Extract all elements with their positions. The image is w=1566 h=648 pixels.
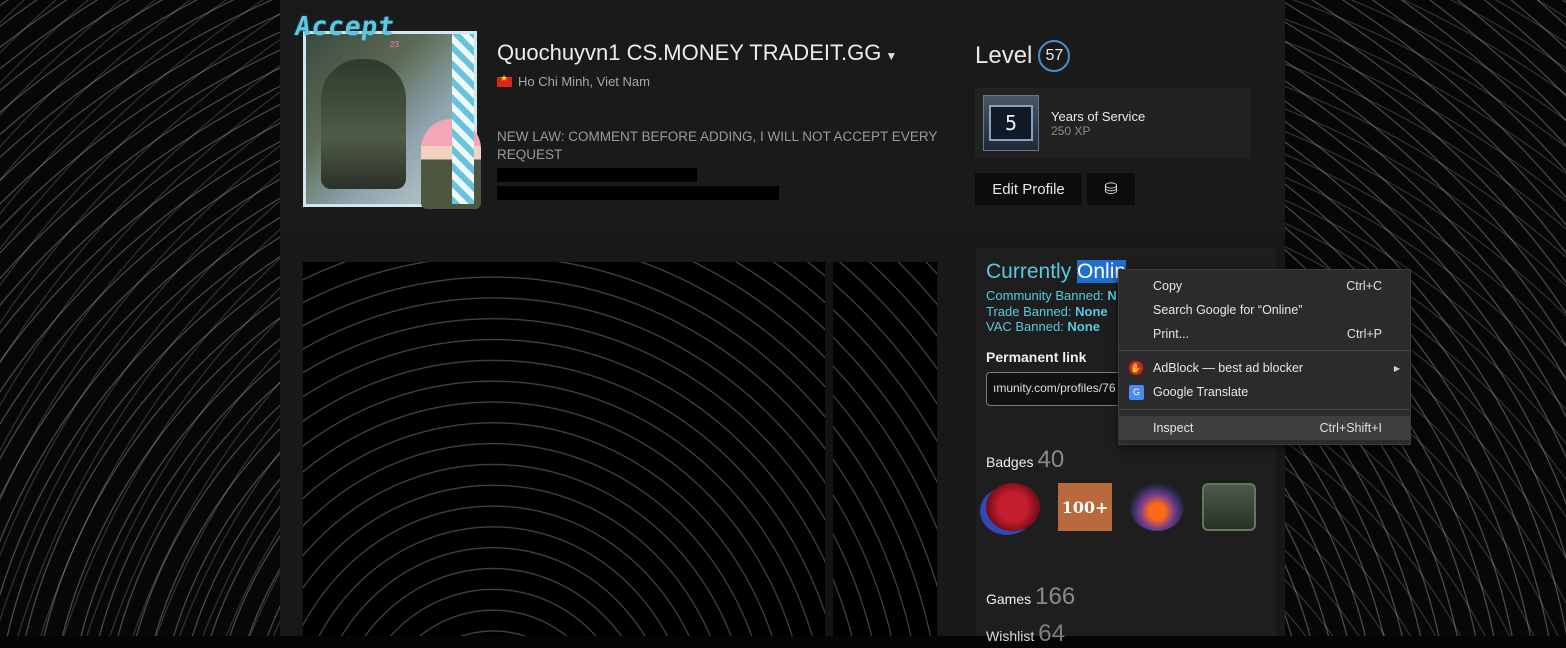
menu-item-translate-label: Google Translate bbox=[1153, 385, 1249, 399]
level: Level 57 bbox=[975, 40, 1071, 72]
menu-item-adblock[interactable]: ✋ AdBlock — best ad blocker ▶ bbox=[1119, 356, 1410, 380]
profile-summary: NEW LAW: COMMENT BEFORE ADDING, I WILL N… bbox=[497, 129, 938, 162]
vac-banned-label: VAC Banned: bbox=[986, 319, 1068, 334]
redaction-bar bbox=[497, 186, 779, 200]
permanent-link-title: Permanent link bbox=[986, 349, 1087, 365]
level-badge[interactable]: 57 bbox=[1038, 40, 1071, 72]
badges-section-title[interactable]: Badges 40 bbox=[986, 446, 1064, 474]
wishlist-count: 64 bbox=[1038, 620, 1065, 647]
google-translate-icon: G bbox=[1129, 384, 1144, 400]
menu-item-copy-label: Copy bbox=[1153, 279, 1183, 293]
menu-item-inspect-shortcut: Ctrl+Shift+I bbox=[1319, 421, 1382, 435]
location: Ho Chi Minh, Viet Nam bbox=[497, 73, 650, 89]
menu-item-search-google[interactable]: Search Google for “Online” bbox=[1119, 298, 1410, 322]
menu-item-adblock-label: AdBlock — best ad blocker bbox=[1153, 361, 1304, 375]
red-seal-badge-icon[interactable] bbox=[986, 483, 1040, 531]
redaction-bar bbox=[497, 168, 697, 182]
avatar-frame-stripe bbox=[452, 34, 474, 204]
avatar-soldier bbox=[321, 59, 406, 189]
menu-item-copy-shortcut: Ctrl+C bbox=[1346, 279, 1382, 293]
vac-banned-value: None bbox=[1067, 319, 1100, 334]
caret-down-icon[interactable]: ▼ bbox=[885, 49, 897, 63]
coins-icon[interactable]: ⛁ bbox=[1087, 173, 1135, 205]
menu-item-google-translate[interactable]: G Google Translate bbox=[1119, 380, 1410, 404]
profile-header: Accept 23 Quochuyvn1 CS.MONEY TRADEIT.GG… bbox=[280, 0, 1285, 232]
community-banned-label: Community Banned: bbox=[986, 288, 1108, 303]
menu-item-inspect-label: Inspect bbox=[1153, 421, 1194, 435]
menu-separator bbox=[1119, 350, 1410, 351]
menu-separator bbox=[1119, 409, 1410, 410]
menu-item-print-label: Print... bbox=[1153, 327, 1190, 341]
wishlist-section-title[interactable]: Wishlist 64 bbox=[986, 620, 1065, 648]
menu-item-inspect[interactable]: Inspect Ctrl+Shift+I bbox=[1119, 416, 1410, 440]
badges-count: 40 bbox=[1037, 446, 1065, 473]
avatar[interactable] bbox=[303, 31, 481, 209]
menu-item-copy[interactable]: Copy Ctrl+C bbox=[1119, 274, 1410, 298]
showcase-divider bbox=[825, 262, 833, 636]
ban-status: Community Banned: N Trade Banned: None V… bbox=[986, 288, 1117, 335]
featured-badge[interactable]: 5 Years of Service 250 XP bbox=[975, 88, 1250, 158]
wishlist-label: Wishlist bbox=[986, 628, 1035, 644]
menu-item-search-label: Search Google for “Online” bbox=[1153, 303, 1303, 317]
edit-profile-button[interactable]: Edit Profile bbox=[975, 173, 1082, 205]
context-menu: Copy Ctrl+C Search Google for “Online” P… bbox=[1118, 269, 1411, 445]
100-plus-badge-icon[interactable]: 100+ bbox=[1058, 483, 1112, 531]
location-text: Ho Chi Minh, Viet Nam bbox=[518, 74, 650, 89]
years-of-service-number: 5 bbox=[989, 105, 1033, 141]
games-section-title[interactable]: Games 166 bbox=[986, 583, 1075, 611]
menu-item-print-shortcut: Ctrl+P bbox=[1346, 327, 1382, 341]
featured-badge-xp: 250 XP bbox=[1051, 123, 1091, 138]
radio-badge-icon[interactable] bbox=[1202, 483, 1256, 531]
adblock-icon: ✋ bbox=[1129, 361, 1143, 375]
community-banned-value: N bbox=[1107, 288, 1117, 303]
level-label: Level bbox=[975, 42, 1033, 69]
volcano-badge-icon[interactable] bbox=[1130, 483, 1184, 531]
games-label: Games bbox=[986, 591, 1032, 607]
badges-label: Badges bbox=[986, 454, 1034, 470]
trade-banned-label: Trade Banned: bbox=[986, 303, 1076, 319]
status-prefix: Currently bbox=[986, 260, 1078, 283]
avatar-frame-text: Accept bbox=[292, 12, 398, 42]
avatar-frame-subtext: 23 bbox=[390, 40, 399, 49]
games-count: 166 bbox=[1035, 583, 1076, 610]
badges-list: 100+ bbox=[986, 483, 1256, 531]
menu-item-print[interactable]: Print... Ctrl+P bbox=[1119, 322, 1410, 346]
years-of-service-icon: 5 bbox=[983, 95, 1039, 151]
artwork-showcase[interactable] bbox=[303, 262, 937, 636]
vietnam-flag-icon bbox=[497, 73, 512, 87]
featured-badge-text: Years of Service 250 XP bbox=[1051, 109, 1145, 138]
submenu-arrow-icon: ▶ bbox=[1393, 363, 1400, 373]
trade-banned-value: None bbox=[1075, 303, 1108, 319]
persona-name-text: Quochuyvn1 CS.MONEY TRADEIT.GG bbox=[497, 40, 882, 65]
online-status: Currently Onlin bbox=[986, 260, 1127, 284]
persona-name[interactable]: Quochuyvn1 CS.MONEY TRADEIT.GG ▼ bbox=[497, 40, 897, 66]
featured-badge-title: Years of Service bbox=[1051, 108, 1146, 124]
